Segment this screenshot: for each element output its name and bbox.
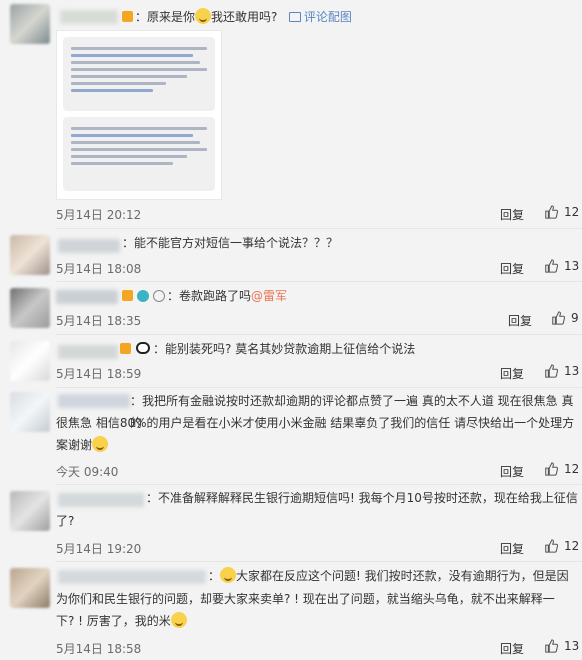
like-count: 9 bbox=[571, 311, 579, 325]
like-button[interactable]: 12 bbox=[544, 205, 579, 219]
like-button[interactable]: 12 bbox=[544, 462, 579, 476]
reply-button[interactable]: 回复 bbox=[500, 540, 524, 557]
avatar[interactable] bbox=[10, 392, 50, 432]
comment-time: 5月14日 18:35 bbox=[56, 314, 142, 328]
username-blurred[interactable] bbox=[58, 239, 120, 253]
avatar[interactable] bbox=[10, 4, 50, 44]
comment-text: ：不准备解释解释民生银行逾期短信吗! 我每个月10号按时还款，现在给我上征信 bbox=[146, 491, 578, 505]
comment-text: ：原来是你 我还敢用吗? 评论配图 bbox=[120, 6, 352, 28]
comment-text-line2: 为你们和民生银行的问题，却要大家来卖单? ! 现在出了问题，就当缩头乌龟，就不出… bbox=[56, 592, 555, 606]
like-count: 12 bbox=[564, 539, 580, 553]
like-count: 12 bbox=[564, 205, 580, 219]
comment-time: 今天 09:40 bbox=[56, 465, 119, 479]
comment-text: ：能别装死吗? 莫名其妙贷款逾期上征信给个说法 bbox=[118, 338, 415, 360]
reply-button[interactable]: 回复 bbox=[500, 640, 524, 657]
comment-image-link[interactable]: 评论配图 bbox=[304, 10, 352, 24]
like-count: 12 bbox=[564, 462, 580, 476]
thumbs-up-icon bbox=[545, 539, 558, 553]
comment-time: 5月14日 18:58 bbox=[56, 642, 142, 656]
sms-message-blurred bbox=[63, 37, 215, 111]
like-button[interactable]: 13 bbox=[544, 259, 579, 273]
vip-badge-icon bbox=[122, 290, 133, 301]
comment-text: ：大家都在反应这个问题! 我们按时还款，没有逾期行为，但是因 bbox=[208, 567, 569, 583]
comment-item: ：原来是你 我还敢用吗? 评论配图 5月14日 20:12 回复 12 bbox=[0, 0, 582, 228]
username-blurred[interactable] bbox=[58, 394, 130, 408]
comment-text-line3: 下? ! 厉害了，我的米 bbox=[56, 610, 187, 632]
comment-item: ：能不能官方对短信一事给个说法？？？ 5月14日 18:08 回复 13 bbox=[0, 229, 582, 281]
comment-text: ：能不能官方对短信一事给个说法？？？ bbox=[122, 236, 339, 250]
username-blurred[interactable] bbox=[58, 570, 206, 584]
thumbs-up-icon bbox=[545, 259, 558, 273]
emoji-icon bbox=[220, 567, 237, 583]
comment-text-line3: 案谢谢 bbox=[56, 434, 109, 456]
username-blurred[interactable] bbox=[56, 290, 118, 304]
comment-text-line2: 了? bbox=[56, 514, 75, 528]
like-count: 13 bbox=[564, 259, 580, 273]
reply-button[interactable]: 回复 bbox=[508, 312, 532, 329]
comment-text-line2: 很焦急 相信80%的用户是看在小米才使用小米金融 结果辜负了我们的信任 请尽快给… bbox=[56, 416, 575, 430]
avatar[interactable] bbox=[10, 568, 50, 608]
reply-button[interactable]: 回复 bbox=[500, 365, 524, 382]
like-count: 13 bbox=[564, 639, 580, 653]
like-button[interactable]: 12 bbox=[544, 539, 579, 553]
reply-button[interactable]: 回复 bbox=[500, 463, 524, 480]
thumbs-up-icon bbox=[545, 205, 558, 219]
comment-time: 5月14日 19:20 bbox=[56, 542, 142, 556]
comment-item: ：卷款跑路了吗@雷军 5月14日 18:35 回复 9 bbox=[0, 282, 582, 334]
reply-button[interactable]: 回复 bbox=[500, 260, 524, 277]
avatar[interactable] bbox=[10, 341, 50, 381]
comment-time: 5月14日 18:59 bbox=[56, 367, 142, 381]
comment-item: ：我把所有金融说按时还款却逾期的评论都点赞了一遍 真的太不人道 现在很焦急 真的… bbox=[0, 388, 582, 484]
thumbs-up-icon bbox=[545, 364, 558, 378]
comment-text: ：卷款跑路了吗@雷军 bbox=[120, 285, 287, 307]
comment-item: ：能别装死吗? 莫名其妙贷款逾期上征信给个说法 5月14日 18:59 回复 1… bbox=[0, 335, 582, 387]
like-button[interactable]: 9 bbox=[551, 311, 579, 325]
emoji-icon bbox=[170, 612, 187, 628]
thumbs-up-icon bbox=[545, 462, 558, 476]
reply-button[interactable]: 回复 bbox=[500, 206, 524, 223]
like-button[interactable]: 13 bbox=[544, 364, 579, 378]
username-blurred[interactable] bbox=[58, 345, 118, 359]
image-icon bbox=[288, 12, 301, 22]
mention-link[interactable]: @雷军 bbox=[251, 289, 287, 303]
comment-item: ：不准备解释解释民生银行逾期短信吗! 我每个月10号按时还款，现在给我上征信 了… bbox=[0, 485, 582, 561]
comment-item: ：大家都在反应这个问题! 我们按时还款，没有逾期行为，但是因 为你们和民生银行的… bbox=[0, 562, 582, 660]
avatar[interactable] bbox=[10, 235, 50, 275]
sms-message-blurred bbox=[63, 117, 215, 191]
vip-badge-icon bbox=[120, 343, 131, 354]
comment-list: ：原来是你 我还敢用吗? 评论配图 5月14日 20:12 回复 12 ：能不能官… bbox=[0, 0, 582, 660]
comment-image-thumbnail[interactable] bbox=[56, 30, 222, 200]
username-blurred[interactable] bbox=[58, 493, 144, 507]
vip-badge-icon bbox=[122, 11, 133, 22]
thumbs-up-icon bbox=[545, 639, 558, 653]
level-badge-icon bbox=[137, 290, 149, 302]
emoji-icon bbox=[92, 436, 109, 452]
comment-time: 5月14日 18:08 bbox=[56, 262, 142, 276]
comment-time: 5月14日 20:12 bbox=[56, 208, 142, 222]
emoji-icon bbox=[195, 8, 212, 24]
like-button[interactable]: 13 bbox=[544, 639, 579, 653]
medal-badge-icon bbox=[153, 290, 165, 302]
thumbs-up-icon bbox=[552, 311, 565, 325]
username-blurred[interactable] bbox=[60, 10, 118, 24]
like-count: 13 bbox=[564, 364, 580, 378]
panda-badge-icon bbox=[136, 342, 150, 354]
avatar[interactable] bbox=[10, 491, 50, 531]
avatar[interactable] bbox=[10, 288, 50, 328]
